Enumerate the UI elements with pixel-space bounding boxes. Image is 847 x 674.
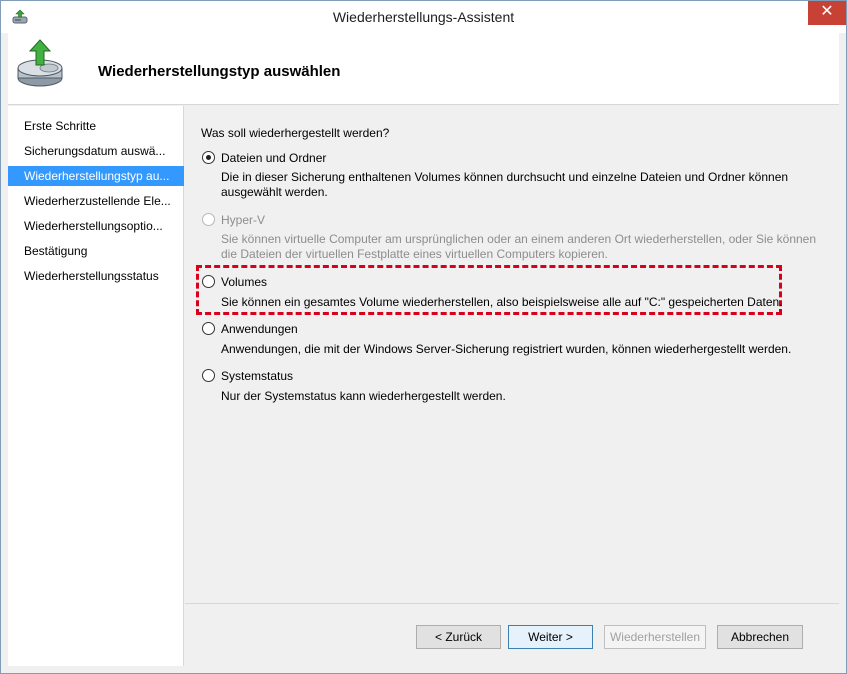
sidebar-item-sicherungsdatum[interactable]: Sicherungsdatum auswä...: [8, 141, 184, 161]
next-button[interactable]: Weiter >: [508, 625, 593, 649]
sidebar-item-erste-schritte[interactable]: Erste Schritte: [8, 116, 184, 136]
option-desc-anwendungen: Anwendungen, die mit der Windows Server-…: [221, 342, 792, 356]
content-panel: Was soll wiederhergestellt werden? Datei…: [185, 106, 839, 603]
sidebar: Erste Schritte Sicherungsdatum auswä... …: [8, 106, 184, 666]
close-icon: ✕: [820, 3, 834, 20]
sidebar-item-status[interactable]: Wiederherstellungsstatus: [8, 266, 184, 286]
restore-button[interactable]: Wiederherstellen: [604, 625, 706, 649]
sidebar-item-bestaetigung[interactable]: Bestätigung: [8, 241, 184, 261]
option-label-volumes[interactable]: Volumes: [221, 275, 267, 289]
option-label-systemstatus[interactable]: Systemstatus: [221, 369, 293, 383]
radio-anwendungen[interactable]: [202, 322, 215, 335]
sidebar-item-elemente[interactable]: Wiederherzustellende Ele...: [8, 191, 184, 211]
option-desc-systemstatus: Nur der Systemstatus kann wiederhergeste…: [221, 389, 506, 403]
window-title: Wiederherstellungs-Assistent: [332, 9, 515, 25]
cancel-button[interactable]: Abbrechen: [717, 625, 803, 649]
option-label-dateien-ordner[interactable]: Dateien und Ordner: [221, 151, 326, 165]
radio-volumes[interactable]: [202, 275, 215, 288]
page-title: Wiederherstellungstyp auswählen: [98, 63, 341, 80]
wizard-footer: < Zurück Weiter > Wiederherstellen Abbre…: [185, 603, 839, 667]
wizard-header: Wiederherstellungstyp auswählen: [8, 33, 839, 105]
radio-hyper-v[interactable]: [202, 213, 215, 226]
sidebar-item-wiederherstellungstyp[interactable]: Wiederherstellungstyp au...: [8, 166, 184, 186]
option-label-hyper-v[interactable]: Hyper-V: [221, 213, 265, 227]
radio-systemstatus[interactable]: [202, 369, 215, 382]
back-button[interactable]: < Zurück: [416, 625, 501, 649]
option-desc-hyper-v: Sie können virtuelle Computer am ursprün…: [221, 232, 817, 261]
close-button[interactable]: ✕: [808, 1, 846, 25]
radio-dateien-ordner[interactable]: [202, 151, 215, 164]
option-desc-volumes: Sie können ein gesamtes Volume wiederher…: [221, 295, 783, 309]
title-bar: Wiederherstellungs-Assistent ✕: [1, 1, 846, 33]
question-label: Was soll wiederhergestellt werden?: [201, 126, 390, 140]
option-desc-dateien-ordner: Die in dieser Sicherung enthaltenen Volu…: [221, 170, 789, 199]
disk-restore-arrow-icon: [17, 39, 63, 87]
wizard-window: Wiederherstellungs-Assistent ✕ Wiederher…: [0, 0, 847, 674]
sidebar-item-optionen[interactable]: Wiederherstellungsoptio...: [8, 216, 184, 236]
option-label-anwendungen[interactable]: Anwendungen: [221, 322, 298, 336]
